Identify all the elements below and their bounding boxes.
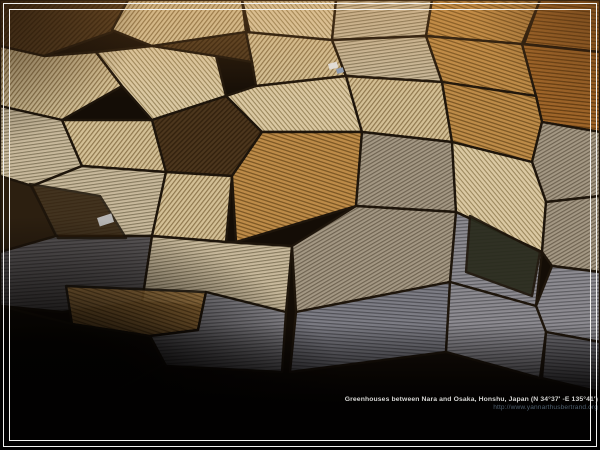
caption-website-url: http://www.yannarthusbertrand.org [345,404,598,411]
caption-location-text: Greenhouses between Nara and Osaka, Hons… [345,396,598,404]
aerial-photo-canvas [0,0,600,450]
photo-caption: Greenhouses between Nara and Osaka, Hons… [345,396,598,411]
wallpaper-photo: Greenhouses between Nara and Osaka, Hons… [0,0,600,450]
